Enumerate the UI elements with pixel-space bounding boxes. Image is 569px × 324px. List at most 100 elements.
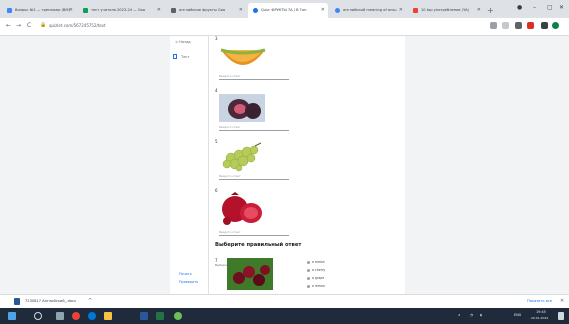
- tab-favicon-icon: [253, 8, 258, 13]
- tab-label: английские фрукты Goo: [179, 8, 226, 12]
- tab-label: тест учителя 2023-24 — Goo: [91, 8, 146, 12]
- close-icon[interactable]: ✕: [157, 3, 161, 18]
- tab-label: Вопрос №1 — тренажер (ВМ): [15, 8, 70, 12]
- answer-caption: Введите ответ: [219, 230, 241, 234]
- section-title: Выберите правильный ответ: [215, 242, 302, 248]
- word-icon[interactable]: [140, 312, 148, 320]
- radio-icon[interactable]: [307, 284, 310, 288]
- question-number: 6: [215, 188, 218, 193]
- answer-option[interactable]: a lemon: [307, 284, 325, 288]
- tab-favicon-icon: [413, 8, 418, 13]
- volume-icon[interactable]: ◖: [480, 313, 482, 317]
- chrome-icon[interactable]: [72, 312, 80, 320]
- edge-icon[interactable]: [88, 312, 96, 320]
- browser-tab-active[interactable]: Quiz: ФРУКТЫ 7А / B Гоп ✕: [248, 3, 328, 18]
- account-icon[interactable]: ●: [517, 4, 522, 11]
- document-icon: [173, 54, 177, 59]
- radio-icon[interactable]: [307, 268, 310, 272]
- answer-input[interactable]: [219, 130, 289, 131]
- back-link[interactable]: < Назад: [175, 40, 191, 44]
- grapes-image: [222, 142, 262, 172]
- tab-label: Quiz: ФРУКТЫ 7А / B Гоп: [261, 8, 307, 12]
- maximize-button[interactable]: ▢: [547, 4, 553, 11]
- answer-input[interactable]: [219, 179, 289, 180]
- answer-caption: Введите ответ: [219, 74, 241, 78]
- search-icon[interactable]: [34, 312, 42, 320]
- download-filename[interactable]: 7230817 Английский_.docx: [25, 299, 76, 303]
- option-label: a melon: [312, 260, 325, 264]
- clock-date[interactable]: 20.01.2024: [531, 316, 548, 320]
- fig-image: [219, 94, 265, 122]
- answer-option[interactable]: a grape: [307, 276, 324, 280]
- close-window-button[interactable]: ✕: [559, 4, 564, 11]
- close-icon[interactable]: ✕: [239, 3, 243, 18]
- star-icon[interactable]: [502, 22, 509, 29]
- pomegranate-image: [222, 192, 262, 225]
- answer-option[interactable]: a cherry: [307, 268, 325, 272]
- windows-start-icon[interactable]: [8, 312, 16, 320]
- notification-icon[interactable]: [558, 312, 564, 320]
- extension-icon[interactable]: [527, 22, 534, 29]
- tab-bar: Вопрос №1 — тренажер (ВМ) ✕ тест учителя…: [0, 0, 569, 18]
- clock-time[interactable]: 19:45: [536, 310, 546, 314]
- puzzle-icon[interactable]: [541, 22, 548, 29]
- radio-icon[interactable]: [307, 260, 310, 264]
- close-icon[interactable]: ✕: [477, 3, 481, 18]
- option-label: a lemon: [312, 284, 325, 288]
- word-file-icon: [14, 298, 20, 305]
- question-number: 3: [215, 36, 218, 41]
- task-view-icon[interactable]: [56, 312, 64, 320]
- show-all-link[interactable]: Показать все: [527, 299, 552, 303]
- sidebar-item-test[interactable]: Тест: [181, 55, 189, 59]
- wifi-icon[interactable]: ◔: [470, 313, 473, 317]
- browser-tab[interactable]: тест учителя 2023-24 — Goo ✕: [78, 3, 164, 18]
- check-link[interactable]: Проверить: [179, 280, 198, 284]
- close-icon[interactable]: ✕: [560, 298, 564, 304]
- extension-icon[interactable]: [515, 22, 522, 29]
- browser-tab[interactable]: 10 top употребление (YA) ✕: [408, 3, 484, 18]
- radio-icon[interactable]: [307, 276, 310, 280]
- quiz-content: 3 Введите ответ 4 Введите ответ 5 Введит…: [209, 36, 405, 294]
- answer-option[interactable]: a melon: [307, 260, 325, 264]
- url-text[interactable]: quizlet.com/567245752/test: [49, 23, 106, 28]
- close-icon[interactable]: ✕: [321, 3, 325, 18]
- option-label: a cherry: [312, 268, 326, 272]
- tab-favicon-icon: [7, 8, 12, 13]
- reload-button[interactable]: C: [27, 22, 31, 29]
- cherries-image: [227, 258, 273, 290]
- app-icon[interactable]: [174, 312, 182, 320]
- excel-icon[interactable]: [156, 312, 164, 320]
- browser-tab[interactable]: Вопрос №1 — тренажер (ВМ) ✕: [2, 3, 76, 18]
- tab-label: 10 top употребление (YA): [421, 8, 469, 12]
- chevron-up-icon[interactable]: ^: [88, 298, 92, 304]
- test-sidebar: < Назад Тест Печать Проверить: [170, 36, 209, 294]
- language-indicator[interactable]: ENG: [514, 313, 521, 317]
- tab-favicon-icon: [171, 8, 176, 13]
- profile-icon[interactable]: [552, 22, 559, 29]
- close-icon[interactable]: ✕: [69, 3, 73, 18]
- answer-input[interactable]: [219, 79, 289, 80]
- melon-image: [220, 48, 266, 65]
- minimize-button[interactable]: –: [533, 4, 536, 11]
- browser-tab[interactable]: английские фрукты Goo ✕: [166, 3, 246, 18]
- answer-caption: Введите ответ: [219, 174, 241, 178]
- browser-toolbar: ← → C 🔒 quizlet.com/567245752/test: [0, 18, 569, 36]
- folder-icon[interactable]: [104, 312, 112, 320]
- network-icon[interactable]: ∧: [458, 313, 460, 317]
- lock-icon: 🔒: [40, 22, 47, 28]
- address-bar[interactable]: 🔒 quizlet.com/567245752/test: [40, 21, 480, 32]
- download-bar: 7230817 Английский_.docx ^ Показать все …: [0, 294, 569, 309]
- option-label: a grape: [312, 276, 325, 280]
- close-icon[interactable]: ✕: [399, 3, 403, 18]
- back-button[interactable]: ←: [6, 22, 11, 29]
- question-caption: Выбери: [215, 263, 227, 267]
- print-link[interactable]: Печать: [179, 272, 192, 276]
- page-margin-left: [0, 36, 170, 294]
- tab-favicon-icon: [335, 8, 340, 13]
- zoom-icon[interactable]: [490, 22, 497, 29]
- answer-input[interactable]: [219, 235, 289, 236]
- new-tab-button[interactable]: +: [487, 3, 494, 18]
- forward-button[interactable]: →: [16, 22, 21, 29]
- browser-tab[interactable]: английский meaning of ansu ✕: [330, 3, 406, 18]
- windows-taskbar: ∧ ◔ ◖ ENG 19:45 20.01.2024: [0, 308, 569, 324]
